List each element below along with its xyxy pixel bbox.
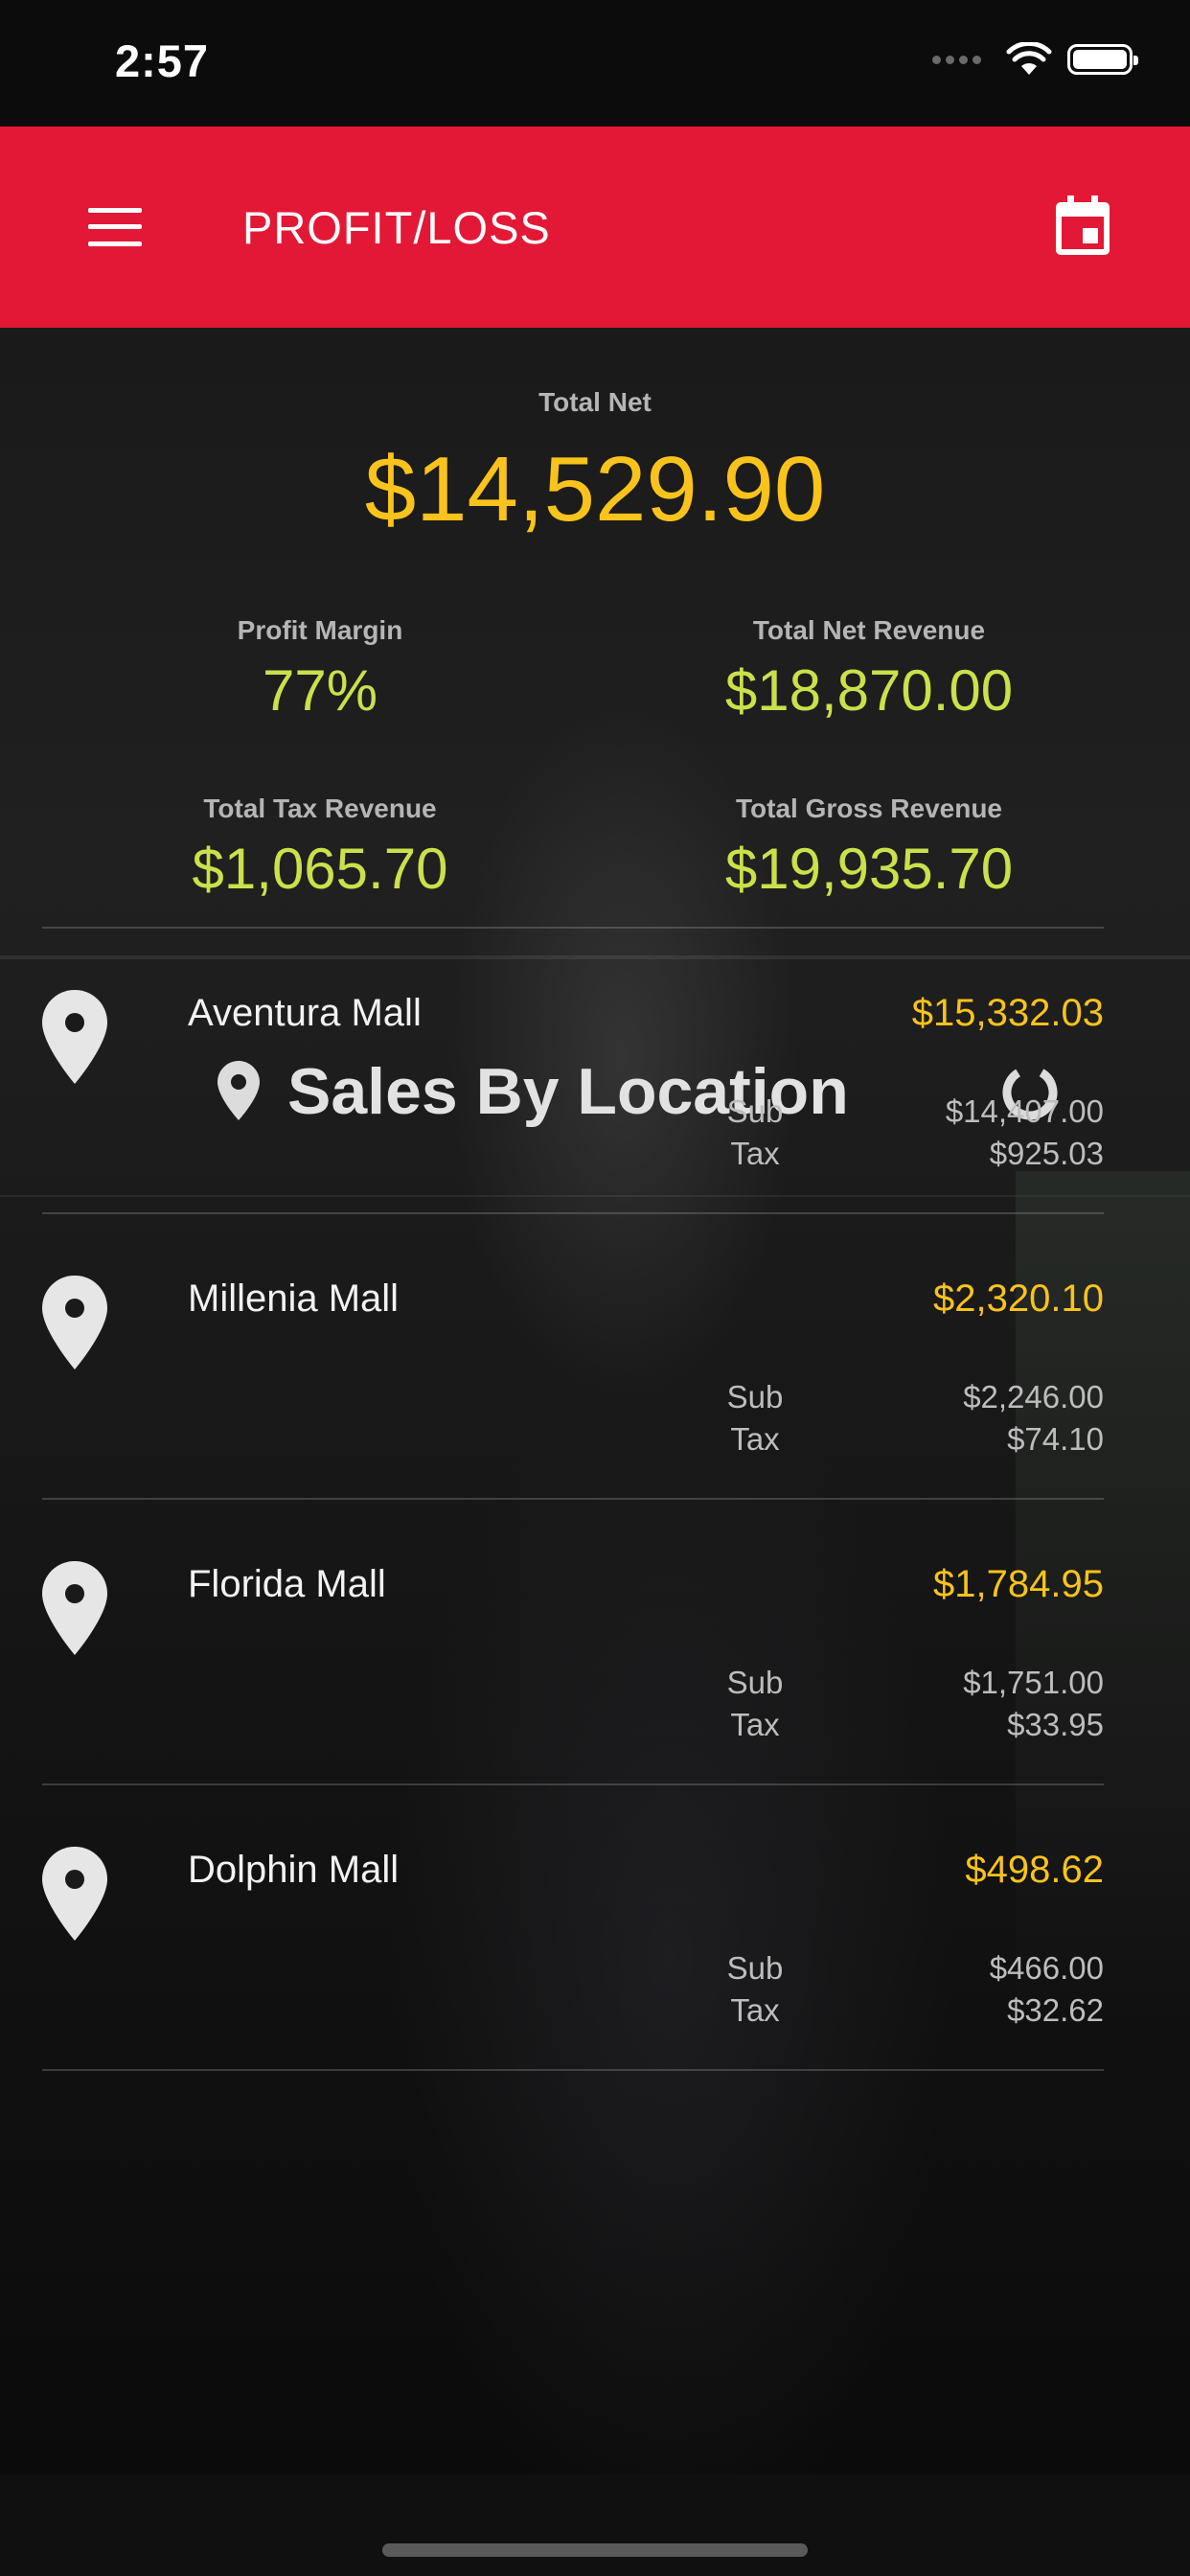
sub-label: Sub bbox=[726, 1665, 784, 1700]
sub-label: Sub bbox=[726, 1379, 784, 1414]
calendar-icon[interactable] bbox=[1054, 196, 1111, 257]
sub-label: Sub bbox=[726, 1093, 784, 1129]
tax-value: $33.95 bbox=[1007, 1707, 1104, 1742]
metric-total-gross-revenue: Total Gross Revenue $19,935.70 bbox=[601, 794, 1137, 902]
location-pin-icon bbox=[42, 990, 107, 1084]
bottom-bar bbox=[0, 2474, 1190, 2576]
metric-value: 77% bbox=[262, 658, 378, 723]
sub-value: $466.00 bbox=[989, 1950, 1104, 1986]
wifi-icon bbox=[1006, 42, 1052, 75]
metric-label: Profit Margin bbox=[237, 615, 403, 645]
tax-value: $32.62 bbox=[1007, 1992, 1104, 2028]
metric-value: $19,935.70 bbox=[724, 837, 1014, 901]
menu-icon[interactable] bbox=[88, 208, 142, 246]
list-item[interactable]: Dolphin Mall $498.62 Sub $466.00 Tax $32.6… bbox=[42, 1783, 1104, 2071]
sub-label: Sub bbox=[726, 1950, 784, 1986]
tax-label: Tax bbox=[730, 1707, 780, 1742]
tax-label: Tax bbox=[730, 1992, 780, 2028]
total-net-label: Total Net bbox=[538, 387, 652, 417]
location-name: Millenia Mall bbox=[188, 1277, 400, 1320]
location-pin-icon bbox=[42, 1847, 107, 1941]
home-indicator[interactable] bbox=[382, 2543, 808, 2557]
metric-total-tax-revenue: Total Tax Revenue $1,065.70 bbox=[52, 794, 588, 902]
battery-icon bbox=[1067, 44, 1138, 75]
location-breakdown: Sub $1,751.00 Tax $33.95 bbox=[721, 1665, 1104, 1749]
location-name: Florida Mall bbox=[188, 1563, 386, 1605]
metric-total-net-revenue: Total Net Revenue $18,870.00 bbox=[601, 615, 1137, 724]
location-total: $498.62 bbox=[965, 1849, 1104, 1891]
metric-value: $1,065.70 bbox=[192, 837, 448, 901]
location-breakdown: Sub $14,407.00 Tax $925.03 bbox=[721, 1093, 1104, 1178]
tax-value: $925.03 bbox=[989, 1136, 1104, 1171]
summary-panel: Total Net $14,529.90 Profit Margin 77% T… bbox=[0, 328, 1190, 959]
list-item[interactable]: Florida Mall $1,784.95 Sub $1,751.00 Tax $… bbox=[42, 1498, 1104, 1783]
location-breakdown: Sub $466.00 Tax $32.62 bbox=[721, 1950, 1104, 2035]
metric-label: Total Tax Revenue bbox=[203, 794, 437, 823]
app-bar: PROFIT/LOSS bbox=[0, 126, 1190, 328]
tax-value: $74.10 bbox=[1007, 1421, 1104, 1457]
metric-label: Total Net Revenue bbox=[752, 615, 986, 645]
page-title: PROFIT/LOSS bbox=[242, 202, 551, 253]
status-bar: 2:57 bbox=[0, 0, 1190, 126]
location-total: $2,320.10 bbox=[933, 1277, 1104, 1320]
list-item[interactable]: Millenia Mall $2,320.10 Sub $2,246.00 Tax… bbox=[42, 1212, 1104, 1498]
location-pin-icon bbox=[42, 1561, 107, 1655]
tax-label: Tax bbox=[730, 1421, 780, 1457]
location-name: Dolphin Mall bbox=[188, 1849, 400, 1891]
location-pin-icon bbox=[42, 1276, 107, 1369]
location-list: Aventura Mall $15,332.03 Sub $14,407.00 T… bbox=[42, 927, 1104, 2071]
location-name: Aventura Mall bbox=[188, 992, 422, 1034]
sub-value: $2,246.00 bbox=[963, 1379, 1104, 1414]
list-item[interactable]: Aventura Mall $15,332.03 Sub $14,407.00 T… bbox=[42, 927, 1104, 1212]
metric-profit-margin: Profit Margin 77% bbox=[52, 615, 588, 724]
signal-icon bbox=[932, 55, 981, 64]
location-total: $1,784.95 bbox=[933, 1563, 1104, 1605]
metric-label: Total Gross Revenue bbox=[735, 794, 1002, 823]
location-breakdown: Sub $2,246.00 Tax $74.10 bbox=[721, 1379, 1104, 1463]
status-time: 2:57 bbox=[115, 35, 210, 86]
status-icons bbox=[932, 42, 1138, 77]
tax-label: Tax bbox=[730, 1136, 780, 1171]
total-net-value: $14,529.90 bbox=[364, 438, 826, 540]
metric-value: $18,870.00 bbox=[724, 658, 1014, 723]
sub-value: $1,751.00 bbox=[963, 1665, 1104, 1700]
location-total: $15,332.03 bbox=[911, 992, 1104, 1034]
sub-value: $14,407.00 bbox=[945, 1093, 1104, 1129]
